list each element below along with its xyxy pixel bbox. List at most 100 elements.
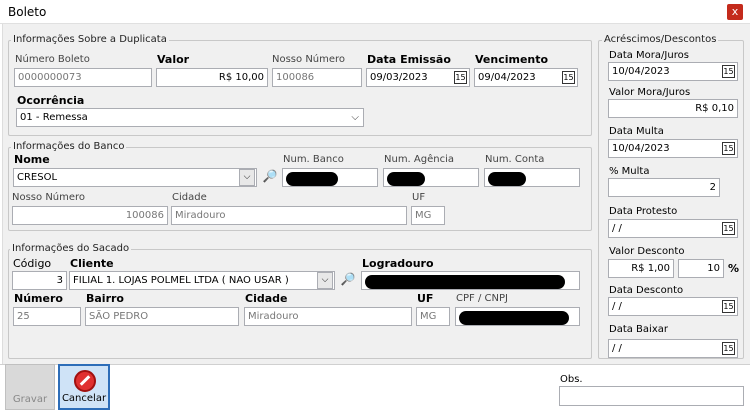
redacted-mark bbox=[488, 172, 526, 186]
mora-data-value: 10/04/2023 bbox=[612, 66, 670, 77]
desconto-pct-input[interactable]: 10 bbox=[678, 259, 724, 278]
calendar-icon[interactable]: 15 bbox=[454, 71, 467, 84]
banco-uf-label: UF bbox=[412, 192, 426, 203]
desconto-valor-label: Valor Desconto bbox=[609, 246, 685, 257]
mora-data-label: Data Mora/Juros bbox=[609, 50, 689, 61]
baixar-value: / / bbox=[612, 343, 622, 354]
desconto-data-input[interactable]: / / 15 bbox=[608, 297, 738, 316]
num-conta-input[interactable] bbox=[484, 168, 580, 187]
sacado-group-label: Informações do Sacado bbox=[10, 243, 132, 254]
redacted-mark bbox=[459, 311, 569, 325]
calendar-icon[interactable]: 15 bbox=[722, 65, 735, 78]
ocorrencia-value: 01 - Remessa bbox=[20, 112, 88, 123]
cpf-cnpj-label: CPF / CNPJ bbox=[456, 293, 508, 304]
search-icon[interactable]: 🔎 bbox=[260, 167, 280, 186]
codigo-input[interactable]: 3 bbox=[12, 271, 67, 290]
sacado-cidade-input[interactable]: Miradouro bbox=[244, 307, 412, 326]
numero-input[interactable]: 25 bbox=[13, 307, 81, 326]
chevron-down-icon[interactable]: ⌵ bbox=[239, 169, 255, 186]
data-emissao-value: 09/03/2023 bbox=[370, 72, 428, 83]
cliente-select[interactable]: FILIAL 1. LOJAS POLMEL LTDA ( NAO USAR )… bbox=[69, 271, 335, 290]
protesto-input[interactable]: / / 15 bbox=[608, 219, 738, 238]
banco-group-label: Informações do Banco bbox=[11, 141, 127, 152]
multa-data-input[interactable]: 10/04/2023 15 bbox=[608, 139, 738, 158]
calendar-icon[interactable]: 15 bbox=[722, 342, 735, 355]
codigo-label: Código bbox=[13, 257, 52, 270]
logradouro-label: Logradouro bbox=[362, 257, 434, 270]
mora-data-input[interactable]: 10/04/2023 15 bbox=[608, 62, 738, 81]
calendar-icon[interactable]: 15 bbox=[722, 222, 735, 235]
multa-pct-label: % Multa bbox=[609, 166, 650, 177]
duplicata-group-label: Informações Sobre a Duplicata bbox=[11, 34, 169, 45]
banco-nosso-numero-label: Nosso Número bbox=[12, 192, 86, 203]
sacado-uf-input[interactable]: MG bbox=[416, 307, 450, 326]
nosso-numero-input[interactable]: 100086 bbox=[272, 68, 362, 87]
redacted-mark bbox=[286, 172, 338, 186]
numero-boleto-input[interactable]: 0000000073 bbox=[14, 68, 152, 87]
num-banco-label: Num. Banco bbox=[283, 154, 344, 165]
banco-nosso-numero-input[interactable]: 100086 bbox=[12, 206, 168, 225]
cpf-cnpj-input[interactable] bbox=[455, 307, 580, 326]
banco-uf-input[interactable]: MG bbox=[411, 206, 445, 225]
window-title: Boleto bbox=[8, 5, 47, 19]
chevron-down-icon: ⌵ bbox=[351, 112, 359, 123]
left-strip bbox=[0, 24, 3, 364]
num-banco-input[interactable] bbox=[282, 168, 378, 187]
nosso-numero-label: Nosso Número bbox=[272, 54, 346, 65]
gravar-button[interactable]: Gravar bbox=[5, 364, 55, 410]
desconto-data-value: / / bbox=[612, 301, 622, 312]
data-emissao-label: Data Emissão bbox=[367, 53, 451, 66]
cliente-value: FILIAL 1. LOJAS POLMEL LTDA ( NAO USAR ) bbox=[73, 275, 289, 286]
valor-input[interactable]: R$ 10,00 bbox=[156, 68, 268, 87]
close-button[interactable]: x bbox=[727, 4, 743, 20]
logradouro-input[interactable] bbox=[361, 271, 580, 290]
data-emissao-input[interactable]: 09/03/2023 15 bbox=[366, 68, 470, 87]
banco-cidade-input[interactable]: Miradouro bbox=[171, 206, 407, 225]
desconto-valor-input[interactable]: R$ 1,00 bbox=[608, 259, 674, 278]
mora-valor-input[interactable]: R$ 0,10 bbox=[608, 99, 738, 118]
bairro-input[interactable]: SÃO PEDRO bbox=[85, 307, 239, 326]
cancelar-button[interactable]: Cancelar bbox=[58, 364, 110, 410]
redacted-mark bbox=[387, 172, 425, 186]
calendar-icon[interactable]: 15 bbox=[722, 300, 735, 313]
ocorrencia-select[interactable]: 01 - Remessa ⌵ bbox=[16, 108, 364, 127]
baixar-input[interactable]: / / 15 bbox=[608, 339, 738, 358]
title-bar bbox=[0, 0, 750, 24]
vencimento-value: 09/04/2023 bbox=[478, 72, 536, 83]
num-agencia-input[interactable] bbox=[383, 168, 479, 187]
protesto-value: / / bbox=[612, 223, 622, 234]
calendar-icon[interactable]: 15 bbox=[722, 142, 735, 155]
ocorrencia-label: Ocorrência bbox=[17, 94, 85, 107]
desconto-data-label: Data Desconto bbox=[609, 285, 684, 296]
cancelar-button-label: Cancelar bbox=[61, 393, 107, 404]
calendar-icon[interactable]: 15 bbox=[562, 71, 575, 84]
sacado-uf-label: UF bbox=[417, 292, 434, 305]
banco-nome-select[interactable]: CRESOL ⌵ bbox=[13, 168, 257, 187]
multa-data-value: 10/04/2023 bbox=[612, 143, 670, 154]
pct-sign: % bbox=[728, 262, 740, 275]
mora-valor-label: Valor Mora/Juros bbox=[609, 87, 691, 98]
banco-nome-value: CRESOL bbox=[17, 172, 58, 183]
numero-label: Número bbox=[14, 292, 63, 305]
redacted-mark bbox=[365, 275, 565, 289]
num-agencia-label: Num. Agência bbox=[384, 154, 454, 165]
num-conta-label: Num. Conta bbox=[485, 154, 545, 165]
numero-boleto-label: Número Boleto bbox=[15, 54, 90, 65]
multa-data-label: Data Multa bbox=[609, 126, 664, 137]
banco-nome-label: Nome bbox=[14, 153, 50, 166]
valor-label: Valor bbox=[157, 53, 190, 66]
chevron-down-icon[interactable]: ⌵ bbox=[317, 272, 333, 289]
bairro-label: Bairro bbox=[86, 292, 124, 305]
vencimento-input[interactable]: 09/04/2023 15 bbox=[474, 68, 578, 87]
banco-cidade-label: Cidade bbox=[172, 192, 207, 203]
cancel-icon bbox=[74, 370, 96, 392]
obs-input[interactable] bbox=[559, 386, 744, 406]
multa-pct-input[interactable]: 2 bbox=[608, 178, 720, 197]
gravar-button-label: Gravar bbox=[12, 394, 48, 405]
vencimento-label: Vencimento bbox=[475, 53, 549, 66]
sacado-cidade-label: Cidade bbox=[245, 292, 288, 305]
search-icon[interactable]: 🔎 bbox=[338, 270, 358, 289]
cliente-label: Cliente bbox=[70, 257, 114, 270]
obs-label: Obs. bbox=[560, 374, 583, 385]
protesto-label: Data Protesto bbox=[609, 206, 678, 217]
